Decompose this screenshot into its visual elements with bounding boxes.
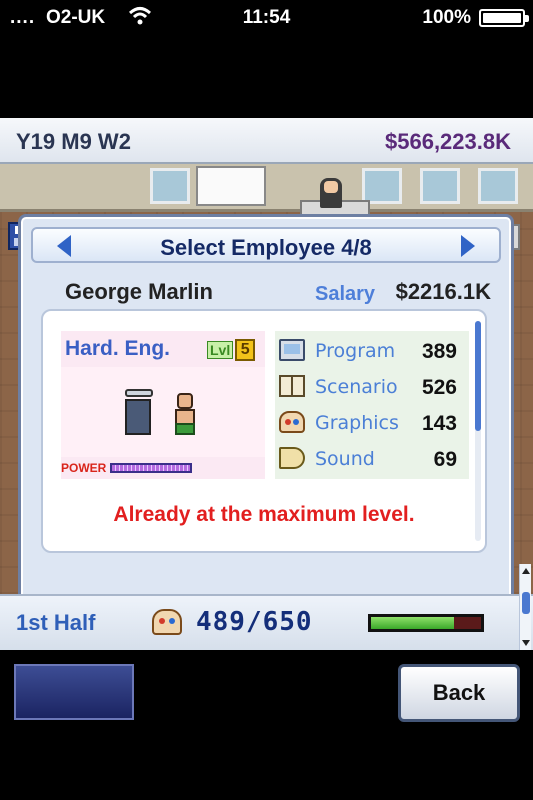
salary-value: $2216.1K bbox=[395, 279, 491, 304]
stat-value: 69 bbox=[433, 448, 457, 471]
dialog-header: Select Employee 4/8 bbox=[31, 227, 501, 263]
progress-bar bbox=[368, 614, 484, 632]
points-counter: 489/650 bbox=[196, 607, 313, 637]
stat-value: 143 bbox=[421, 412, 457, 435]
window bbox=[150, 168, 190, 204]
stat-label: Scenario bbox=[315, 376, 398, 398]
window bbox=[478, 168, 518, 204]
level-badge: Lvl 5 bbox=[207, 339, 256, 361]
period-label: 1st Half bbox=[16, 610, 96, 635]
panel-scrollbar[interactable] bbox=[475, 321, 481, 541]
back-button[interactable]: Back bbox=[398, 664, 520, 722]
game-screen: Y19 M9 W2 $566,223.8K 402 Select Employe… bbox=[0, 118, 533, 650]
stat-label: Sound bbox=[315, 448, 375, 470]
side-scroll-thumb[interactable] bbox=[522, 592, 530, 614]
funds: $566,223.8K bbox=[385, 129, 511, 154]
palette-icon bbox=[279, 411, 305, 433]
stat-label: Program bbox=[315, 340, 396, 362]
job-title: Hard. Eng. bbox=[65, 337, 171, 360]
next-employee-arrow-icon[interactable] bbox=[461, 235, 475, 257]
blank-button[interactable] bbox=[14, 664, 134, 720]
max-level-notice: Already at the maximum level. bbox=[113, 503, 415, 526]
whiteboard bbox=[196, 166, 266, 206]
power-bar bbox=[110, 463, 193, 473]
employee-sprite bbox=[320, 178, 342, 208]
stats-panel: Program 389 Scenario 526 Graphics 143 So… bbox=[275, 331, 469, 479]
server-icon bbox=[125, 389, 153, 435]
stat-row-scenario: Scenario 526 bbox=[279, 369, 465, 403]
job-panel: Hard. Eng. Lvl 5 POWER bbox=[61, 331, 265, 479]
monitor-icon bbox=[279, 339, 305, 361]
battery-icon bbox=[479, 9, 529, 27]
employee-portrait bbox=[61, 367, 265, 457]
employee-name: George Marlin bbox=[65, 279, 213, 304]
window bbox=[420, 168, 460, 204]
panel-scroll-thumb[interactable] bbox=[475, 321, 481, 431]
book-icon bbox=[279, 375, 305, 397]
stat-label: Graphics bbox=[315, 412, 399, 434]
bottom-bar: Back bbox=[0, 650, 533, 800]
battery-percent: 100% bbox=[422, 7, 471, 28]
stat-row-sound: Sound 69 bbox=[279, 441, 465, 475]
scroll-down-icon[interactable] bbox=[522, 640, 530, 646]
wrench-icon bbox=[125, 389, 153, 397]
window bbox=[362, 168, 402, 204]
game-date: Y19 M9 W2 bbox=[16, 129, 131, 154]
level-value: 5 bbox=[235, 339, 256, 361]
salary-label: Salary bbox=[315, 283, 376, 305]
side-scrollbar[interactable] bbox=[519, 564, 531, 650]
game-header: Y19 M9 W2 $566,223.8K bbox=[0, 118, 533, 164]
employee-detail-panel: Hard. Eng. Lvl 5 POWER Program 389 Scena… bbox=[41, 309, 487, 553]
palette-icon bbox=[152, 609, 182, 635]
office-wall bbox=[0, 164, 533, 212]
select-employee-dialog: Select Employee 4/8 George Marlin Salary… bbox=[18, 214, 514, 602]
scroll-up-icon[interactable] bbox=[522, 568, 530, 574]
stat-value: 526 bbox=[421, 376, 457, 399]
dialog-title: Select Employee 4/8 bbox=[160, 235, 372, 260]
progress-bar-fill bbox=[371, 617, 454, 629]
status-bar: .... O2-UK 11:54 100% bbox=[0, 0, 533, 34]
development-strip: 1st Half 489/650 bbox=[0, 594, 533, 650]
worker-sprite bbox=[173, 393, 197, 437]
horn-icon bbox=[279, 447, 305, 469]
stat-row-graphics: Graphics 143 bbox=[279, 405, 465, 439]
power-meter: POWER bbox=[61, 461, 193, 475]
stat-row-program: Program 389 bbox=[279, 333, 465, 367]
stat-value: 389 bbox=[421, 340, 457, 363]
level-label: Lvl bbox=[207, 341, 234, 359]
power-label: POWER bbox=[61, 461, 107, 475]
